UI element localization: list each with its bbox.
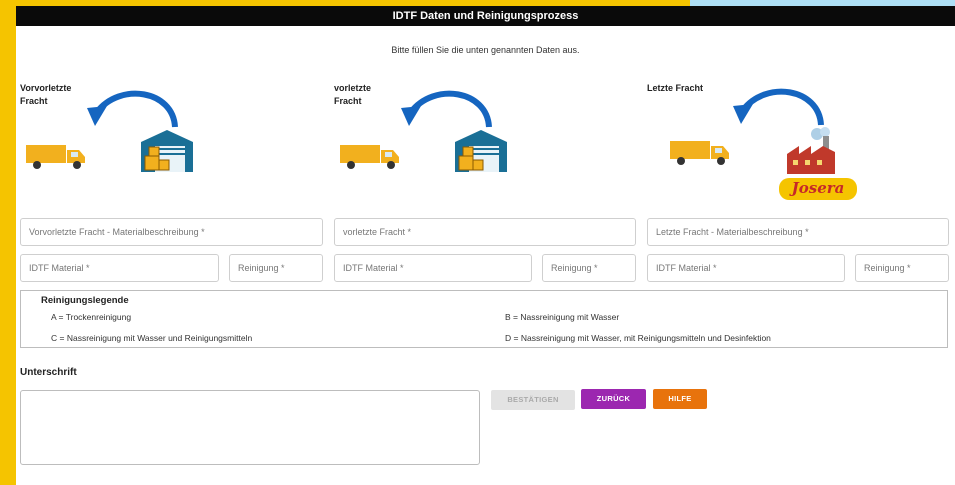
josera-logo: Josera [779,178,857,200]
label-line: Fracht [334,96,362,106]
column-label-vorletzte: vorletzte Fracht [334,82,394,108]
field-placeholder: IDTF Material * [29,263,90,273]
cleaning-legend: Reinigungslegende A = Trockenreinigung B… [20,290,948,348]
legend-item-c: C = Nassreinigung mit Wasser und Reinigu… [51,333,253,343]
field-placeholder: Letzte Fracht - Materialbeschreibung * [656,227,809,237]
truck-icon [340,145,399,169]
reinigung-select-2[interactable]: Reinigung * [542,254,636,282]
factory-icon [787,127,835,174]
reinigung-select-3[interactable]: Reinigung * [855,254,949,282]
legend-item-b: B = Nassreinigung mit Wasser [505,312,620,322]
vorvorletzte-fracht-material-input[interactable]: Vorvorletzte Fracht - Materialbeschreibu… [20,218,323,246]
column-label-vorvorletzte: Vorvorletzte Fracht [20,82,80,108]
field-placeholder: Reinigung * [238,263,285,273]
reinigung-select-1[interactable]: Reinigung * [229,254,323,282]
legend-item-d: D = Nassreinigung mit Wasser, mit Reinig… [505,333,771,343]
idtf-material-input-1[interactable]: IDTF Material * [20,254,219,282]
legend-item-a: A = Trockenreinigung [51,312,132,322]
field-placeholder: Reinigung * [551,263,598,273]
warehouse-icon [141,130,193,172]
label-line: vorletzte [334,83,372,93]
idtf-material-input-2[interactable]: IDTF Material * [334,254,532,282]
label-line: Letzte Fracht [647,83,704,93]
column-label-letzte: Letzte Fracht [647,82,727,95]
field-placeholder: IDTF Material * [656,263,717,273]
return-arrow-icon [401,90,492,128]
letzte-fracht-material-input[interactable]: Letzte Fracht - Materialbeschreibung * [647,218,949,246]
help-button[interactable]: HILFE [653,389,707,409]
left-accent-strip [0,0,16,485]
window-title: IDTF Daten und Reinigungsprozess [16,6,955,26]
instruction-text: Bitte füllen Sie die unten genannten Dat… [391,45,580,55]
truck-icon [26,145,85,169]
field-placeholder: vorletzte Fracht * [343,227,412,237]
back-button[interactable]: ZURÜCK [581,389,646,409]
field-placeholder: IDTF Material * [343,263,404,273]
return-arrow-icon [87,90,178,128]
label-line: Vorvorletzte [20,83,72,93]
field-placeholder: Reinigung * [864,263,911,273]
label-line: Fracht [20,96,48,106]
confirm-button[interactable]: BESTÄTIGEN [491,390,575,410]
idtf-material-input-3[interactable]: IDTF Material * [647,254,845,282]
warehouse-icon [455,130,507,172]
legend-title: Reinigungslegende [41,295,129,306]
signature-pad[interactable] [20,390,480,465]
josera-logo-text: Josera [791,179,845,197]
return-arrow-icon [733,88,824,126]
field-placeholder: Vorvorletzte Fracht - Materialbeschreibu… [29,227,205,237]
truck-icon [670,141,729,165]
vorletzte-fracht-input[interactable]: vorletzte Fracht * [334,218,636,246]
signature-label: Unterschrift [20,367,77,378]
